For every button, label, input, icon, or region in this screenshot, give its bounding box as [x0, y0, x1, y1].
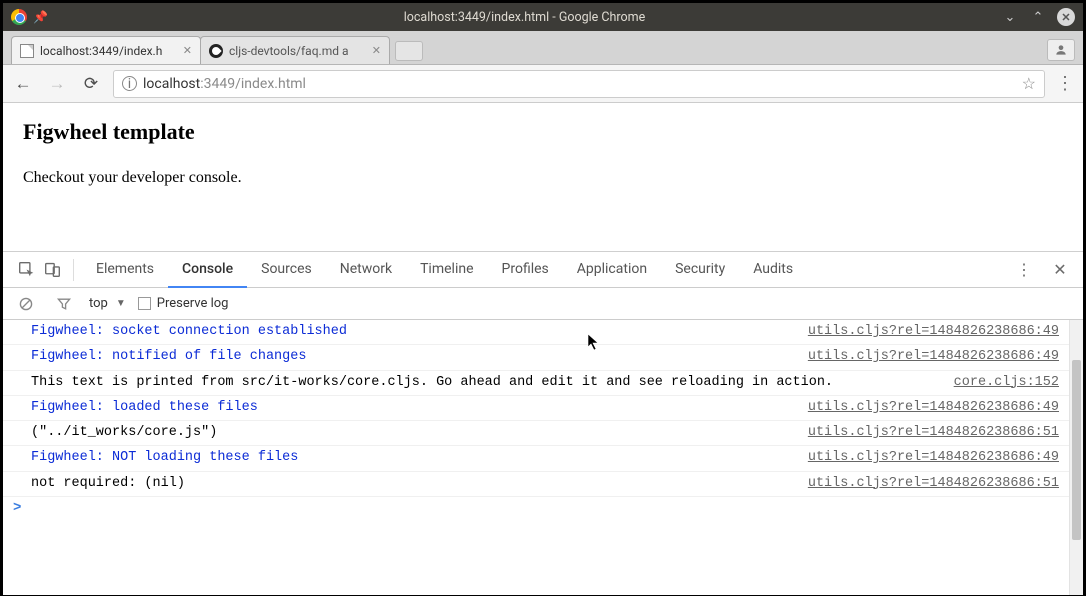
context-selector[interactable]: top ▼: [89, 296, 126, 311]
tab-close-button[interactable]: ✕: [372, 44, 381, 57]
console-log-message: Figwheel: socket connection established: [31, 322, 792, 342]
tab-title: cljs-devtools/faq.md a: [229, 44, 366, 58]
browser-tab-inactive[interactable]: cljs-devtools/faq.md a ✕: [200, 36, 390, 64]
prompt-caret-icon: >: [13, 500, 21, 516]
console-output: Figwheel: socket connection establishedu…: [3, 320, 1083, 595]
maximize-button[interactable]: ⌃: [1029, 10, 1047, 25]
devtools-tab-console[interactable]: Console: [168, 252, 247, 288]
page-favicon-icon: [20, 44, 34, 58]
browser-tabstrip: localhost:3449/index.h ✕ cljs-devtools/f…: [3, 31, 1083, 65]
clear-console-icon[interactable]: [13, 291, 39, 317]
github-favicon-icon: [209, 44, 223, 58]
chevron-down-icon: ▼: [116, 298, 126, 309]
url-host: localhost:3449/index.html: [143, 76, 306, 92]
minimize-button[interactable]: ⌄: [1001, 10, 1019, 25]
context-value: top: [89, 296, 108, 311]
console-log-message: Figwheel: loaded these files: [31, 398, 792, 418]
inspect-element-icon[interactable]: [13, 257, 39, 283]
bookmark-star-icon[interactable]: ☆: [1022, 74, 1036, 93]
console-prompt[interactable]: >: [3, 497, 1069, 519]
window-title: localhost:3449/index.html - Google Chrom…: [48, 10, 1001, 25]
page-content: Figwheel template Checkout your develope…: [3, 103, 1083, 251]
console-log-message: Figwheel: notified of file changes: [31, 347, 792, 367]
console-log-message: This text is printed from src/it-works/c…: [31, 373, 938, 393]
scrollbar[interactable]: [1069, 320, 1083, 595]
forward-button[interactable]: →: [45, 72, 69, 96]
tab-title: localhost:3449/index.h: [40, 44, 177, 58]
console-log-message: not required: (nil): [31, 474, 792, 494]
console-log-row: Figwheel: notified of file changesutils.…: [3, 345, 1069, 370]
device-toggle-icon[interactable]: [39, 257, 65, 283]
console-toolbar: top ▼ Preserve log: [3, 288, 1083, 320]
close-window-button[interactable]: ✕: [1057, 8, 1075, 26]
window-titlebar: 📌 localhost:3449/index.html - Google Chr…: [3, 3, 1083, 31]
tab-close-button[interactable]: ✕: [183, 44, 192, 57]
page-heading: Figwheel template: [23, 119, 1063, 145]
separator: [73, 259, 74, 281]
filter-icon[interactable]: [51, 291, 77, 317]
site-info-icon[interactable]: i: [122, 76, 137, 91]
preserve-log-label: Preserve log: [157, 296, 229, 311]
scrollbar-thumb[interactable]: [1072, 360, 1081, 540]
address-bar[interactable]: i localhost:3449/index.html ☆: [113, 70, 1045, 98]
chrome-menu-button[interactable]: ⋮: [1055, 73, 1075, 94]
console-log-message: Figwheel: NOT loading these files: [31, 448, 792, 468]
devtools-tab-timeline[interactable]: Timeline: [406, 252, 487, 288]
checkbox-icon: [138, 297, 151, 310]
devtools-tab-audits[interactable]: Audits: [739, 252, 807, 288]
devtools-tab-application[interactable]: Application: [563, 252, 661, 288]
devtools-tab-elements[interactable]: Elements: [82, 252, 168, 288]
reload-button[interactable]: ⟳: [79, 72, 103, 96]
page-body-text: Checkout your developer console.: [23, 169, 1063, 187]
back-button[interactable]: ←: [11, 72, 35, 96]
chrome-logo-icon: [11, 9, 27, 25]
browser-toolbar: ← → ⟳ i localhost:3449/index.html ☆ ⋮: [3, 65, 1083, 103]
console-log-row: Figwheel: NOT loading these filesutils.c…: [3, 446, 1069, 471]
devtools-menu-icon[interactable]: ⋮: [1011, 257, 1037, 283]
console-log-source-link[interactable]: utils.cljs?rel=1484826238686:49: [792, 347, 1059, 367]
console-log-row: not required: (nil)utils.cljs?rel=148482…: [3, 472, 1069, 497]
console-log-source-link[interactable]: utils.cljs?rel=1484826238686:51: [792, 474, 1059, 494]
devtools-tab-security[interactable]: Security: [661, 252, 739, 288]
devtools-tab-profiles[interactable]: Profiles: [488, 252, 563, 288]
devtools-tab-sources[interactable]: Sources: [247, 252, 326, 288]
console-log-row: Figwheel: socket connection establishedu…: [3, 320, 1069, 345]
new-tab-button[interactable]: [395, 41, 423, 61]
devtools-tab-network[interactable]: Network: [326, 252, 406, 288]
preserve-log-toggle[interactable]: Preserve log: [138, 296, 229, 311]
devtools-tabbar: ElementsConsoleSourcesNetworkTimelinePro…: [3, 252, 1083, 288]
console-log-row: This text is printed from src/it-works/c…: [3, 371, 1069, 396]
console-log-source-link[interactable]: utils.cljs?rel=1484826238686:49: [792, 398, 1059, 418]
console-log-row: Figwheel: loaded these filesutils.cljs?r…: [3, 396, 1069, 421]
profile-button[interactable]: [1047, 39, 1075, 61]
console-log-source-link[interactable]: utils.cljs?rel=1484826238686:49: [792, 448, 1059, 468]
devtools-close-icon[interactable]: ✕: [1047, 257, 1073, 283]
pin-icon: 📌: [33, 10, 48, 24]
console-log-source-link[interactable]: utils.cljs?rel=1484826238686:49: [792, 322, 1059, 342]
console-log-row: ("../it_works/core.js")utils.cljs?rel=14…: [3, 421, 1069, 446]
console-log-message: ("../it_works/core.js"): [31, 423, 792, 443]
devtools-panel: ElementsConsoleSourcesNetworkTimelinePro…: [3, 251, 1083, 595]
console-log-source-link[interactable]: core.cljs:152: [938, 373, 1059, 393]
console-log-source-link[interactable]: utils.cljs?rel=1484826238686:51: [792, 423, 1059, 443]
browser-tab-active[interactable]: localhost:3449/index.h ✕: [11, 36, 201, 64]
